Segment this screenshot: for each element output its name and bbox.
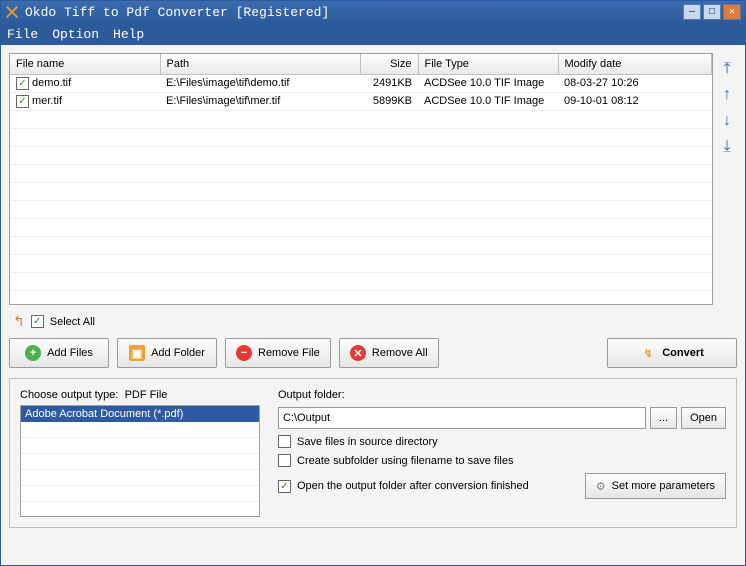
remove-all-button[interactable]: ✕Remove All <box>339 338 439 368</box>
minus-icon: − <box>236 345 252 361</box>
browse-button[interactable]: ... <box>650 407 677 429</box>
add-files-button[interactable]: +Add Files <box>9 338 109 368</box>
file-table: File name Path Size File Type Modify dat… <box>9 53 713 305</box>
save-source-label: Save files in source directory <box>297 436 438 448</box>
content-area: File name Path Size File Type Modify dat… <box>1 45 745 565</box>
menubar: File Option Help <box>1 23 745 45</box>
reorder-buttons: ⤒ ↑ ↓ ⤓ <box>717 53 737 305</box>
header-filename[interactable]: File name <box>10 54 160 74</box>
open-after-label: Open the output folder after conversion … <box>297 480 529 492</box>
output-folder-input[interactable] <box>278 407 646 429</box>
menu-help[interactable]: Help <box>113 27 144 42</box>
minimize-button[interactable]: — <box>683 4 701 20</box>
window-buttons: — □ ✕ <box>683 4 741 20</box>
header-filetype[interactable]: File Type <box>418 54 558 74</box>
move-down-icon[interactable]: ↓ <box>723 113 731 129</box>
x-icon: ✕ <box>350 345 366 361</box>
header-size[interactable]: Size <box>360 54 418 74</box>
plus-icon: + <box>25 345 41 361</box>
window-title: Okdo Tiff to Pdf Converter [Registered] <box>25 5 683 20</box>
open-after-checkbox[interactable] <box>278 480 291 493</box>
row-checkbox[interactable] <box>16 95 29 108</box>
header-path[interactable]: Path <box>160 54 360 74</box>
folder-icon: ▣ <box>129 345 145 361</box>
output-panel: Choose output type: PDF File Adobe Acrob… <box>9 378 737 528</box>
file-list-area: File name Path Size File Type Modify dat… <box>9 53 737 305</box>
open-folder-button[interactable]: Open <box>681 407 726 429</box>
convert-icon: ↯ <box>640 345 656 361</box>
output-type-list[interactable]: Adobe Acrobat Document (*.pdf) <box>20 405 260 517</box>
titlebar: Okdo Tiff to Pdf Converter [Registered] … <box>1 1 745 23</box>
create-subfolder-checkbox[interactable] <box>278 454 291 467</box>
set-more-parameters-button[interactable]: ⚙Set more parameters <box>585 473 726 499</box>
menu-option[interactable]: Option <box>52 27 99 42</box>
header-modifydate[interactable]: Modify date <box>558 54 712 74</box>
maximize-button[interactable]: □ <box>703 4 721 20</box>
table-row[interactable]: mer.tifE:\Files\image\tif\mer.tif5899KBA… <box>10 92 712 110</box>
row-checkbox[interactable] <box>16 77 29 90</box>
select-all-checkbox[interactable] <box>31 315 44 328</box>
select-all-label: Select All <box>50 316 95 328</box>
output-folder-section: Output folder: ... Open Save files in so… <box>278 389 726 517</box>
choose-output-label: Choose output type: PDF File <box>20 389 260 401</box>
create-subfolder-label: Create subfolder using filename to save … <box>297 455 513 467</box>
output-type-section: Choose output type: PDF File Adobe Acrob… <box>20 389 260 517</box>
output-folder-label: Output folder: <box>278 389 726 401</box>
remove-file-button[interactable]: −Remove File <box>225 338 331 368</box>
move-bottom-icon[interactable]: ⤓ <box>723 139 730 155</box>
move-up-icon[interactable]: ↑ <box>723 87 731 103</box>
table-row[interactable]: demo.tifE:\Files\image\tif\demo.tif2491K… <box>10 74 712 92</box>
move-top-icon[interactable]: ⤒ <box>723 61 730 77</box>
up-level-icon[interactable]: ↰ <box>13 313 25 330</box>
action-buttons: +Add Files ▣Add Folder −Remove File ✕Rem… <box>9 338 737 368</box>
save-source-checkbox[interactable] <box>278 435 291 448</box>
app-window: Okdo Tiff to Pdf Converter [Registered] … <box>0 0 746 566</box>
output-folder-row: ... Open <box>278 407 726 429</box>
convert-button[interactable]: ↯Convert <box>607 338 737 368</box>
output-type-option[interactable]: Adobe Acrobat Document (*.pdf) <box>21 406 259 422</box>
app-icon <box>5 5 19 19</box>
menu-file[interactable]: File <box>7 27 38 42</box>
gear-icon: ⚙ <box>596 480 606 493</box>
add-folder-button[interactable]: ▣Add Folder <box>117 338 217 368</box>
close-button[interactable]: ✕ <box>723 4 741 20</box>
select-all-row: ↰ Select All <box>9 311 737 332</box>
